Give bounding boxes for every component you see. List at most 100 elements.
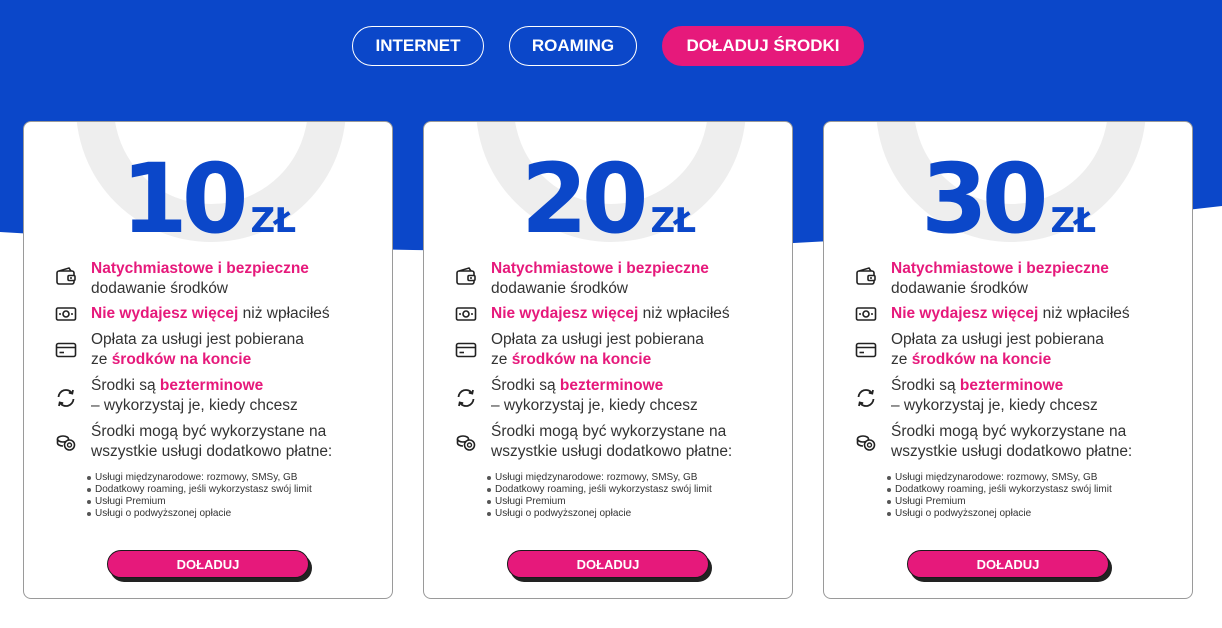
list-item: Usługi o podwyższonej opłacie [486, 508, 712, 520]
feature-line: Środki są [91, 377, 160, 394]
feature-text: Środki są bezterminowe – wykorzystaj je, … [91, 376, 391, 416]
coins-icon [454, 430, 478, 454]
topup-amount: 30 ZŁ [824, 144, 1192, 254]
refresh-icon [454, 386, 478, 410]
currency-label: ZŁ [1050, 201, 1096, 241]
feature-line: – wykorzystaj je, kiedy chcesz [91, 397, 298, 414]
cash-icon [454, 302, 478, 326]
feature-line: niż wpłaciłeś [1038, 305, 1130, 322]
feature-text: Nie wydajesz więcej niż wpłaciłeś [491, 304, 791, 324]
feature-text: Natychmiastowe i bezpieczne dodawanie śro… [491, 259, 791, 299]
feature-highlight: Natychmiastowe i bezpieczne [91, 260, 309, 277]
feature-highlight: bezterminowe [159, 377, 264, 394]
wallet-icon [854, 265, 878, 289]
refresh-icon [54, 386, 78, 410]
feature-line: ze [91, 351, 112, 368]
amount-value: 20 [520, 143, 649, 255]
feature-line: ze [891, 351, 912, 368]
amount-value: 10 [120, 143, 249, 255]
feature-line: Środki są [891, 377, 960, 394]
feature-line: Środki mogą być wykorzystane na [91, 423, 327, 440]
tab-doladuj-srodki[interactable]: DOŁADUJ ŚRODKI [662, 26, 864, 66]
list-item: Dodatkowy roaming, jeśli wykorzystasz sw… [486, 484, 712, 496]
coins-icon [854, 430, 878, 454]
feature-text: Nie wydajesz więcej niż wpłaciłeś [891, 304, 1191, 324]
feature-line: wszystkie usługi dodatkowo płatne: [891, 443, 1133, 460]
feature-line: dodawanie środków [891, 280, 1029, 297]
services-list: Usługi międzynarodowe: rozmowy, SMSy, GB… [886, 472, 1112, 520]
feature-text: Środki mogą być wykorzystane na wszystkie… [491, 422, 791, 462]
topup-button[interactable]: DOŁADUJ [107, 550, 309, 578]
list-item: Usługi międzynarodowe: rozmowy, SMSy, GB [486, 472, 712, 484]
wallet-icon [54, 265, 78, 289]
feature-highlight: środków na koncie [111, 351, 252, 368]
feature-highlight: bezterminowe [559, 377, 664, 394]
feature-text: Środki są bezterminowe – wykorzystaj je, … [491, 376, 791, 416]
coins-icon [54, 430, 78, 454]
feature-highlight: Natychmiastowe i bezpieczne [891, 260, 1109, 277]
list-item: Usługi Premium [486, 496, 712, 508]
feature-text: Opłata za usługi jest pobierana ze środkó… [491, 330, 791, 370]
feature-line: wszystkie usługi dodatkowo płatne: [91, 443, 333, 460]
feature-line: niż wpłaciłeś [238, 305, 330, 322]
feature-line: Opłata za usługi jest pobierana [891, 331, 1104, 348]
card-icon [454, 338, 478, 362]
feature-line: Opłata za usługi jest pobierana [91, 331, 304, 348]
list-item: Usługi międzynarodowe: rozmowy, SMSy, GB [86, 472, 312, 484]
services-list: Usługi międzynarodowe: rozmowy, SMSy, GB… [86, 472, 312, 520]
feature-highlight: Natychmiastowe i bezpieczne [491, 260, 709, 277]
tab-internet[interactable]: INTERNET [352, 26, 484, 66]
feature-text: Środki są bezterminowe – wykorzystaj je, … [891, 376, 1191, 416]
topup-amount: 10 ZŁ [24, 144, 392, 254]
tab-bar: INTERNET ROAMING DOŁADUJ ŚRODKI [0, 26, 1222, 66]
feature-highlight: Nie wydajesz więcej [891, 305, 1039, 322]
feature-line: Środki mogą być wykorzystane na [491, 423, 727, 440]
feature-line: Opłata za usługi jest pobierana [491, 331, 704, 348]
feature-line: – wykorzystaj je, kiedy chcesz [891, 397, 1098, 414]
feature-line: wszystkie usługi dodatkowo płatne: [491, 443, 733, 460]
tab-roaming[interactable]: ROAMING [509, 26, 637, 66]
list-item: Usługi o podwyższonej opłacie [86, 508, 312, 520]
feature-line: Środki są [491, 377, 560, 394]
feature-highlight: Nie wydajesz więcej [491, 305, 639, 322]
feature-text: Opłata za usługi jest pobierana ze środkó… [891, 330, 1191, 370]
topup-card-10: 10 ZŁ Natychmiastowe i bezpieczne dodawani… [23, 121, 393, 599]
feature-text: Środki mogą być wykorzystane na wszystkie… [91, 422, 391, 462]
feature-line: ze [491, 351, 512, 368]
feature-text: Nie wydajesz więcej niż wpłaciłeś [91, 304, 391, 324]
feature-highlight: środków na koncie [511, 351, 652, 368]
feature-highlight: bezterminowe [959, 377, 1064, 394]
feature-line: dodawanie środków [491, 280, 629, 297]
list-item: Dodatkowy roaming, jeśli wykorzystasz sw… [86, 484, 312, 496]
refresh-icon [854, 386, 878, 410]
services-list: Usługi międzynarodowe: rozmowy, SMSy, GB… [486, 472, 712, 520]
list-item: Usługi międzynarodowe: rozmowy, SMSy, GB [886, 472, 1112, 484]
feature-line: niż wpłaciłeś [638, 305, 730, 322]
feature-line: – wykorzystaj je, kiedy chcesz [491, 397, 698, 414]
topup-amount: 20 ZŁ [424, 144, 792, 254]
feature-highlight: środków na koncie [911, 351, 1052, 368]
topup-card-30: 30 ZŁ Natychmiastowe i bezpieczne dodawani… [823, 121, 1193, 599]
cash-icon [854, 302, 878, 326]
amount-value: 30 [920, 143, 1049, 255]
feature-line: Środki mogą być wykorzystane na [891, 423, 1127, 440]
cash-icon [54, 302, 78, 326]
topup-button[interactable]: DOŁADUJ [907, 550, 1109, 578]
feature-highlight: Nie wydajesz więcej [91, 305, 239, 322]
topup-card-20: 20 ZŁ Natychmiastowe i bezpieczne dodawani… [423, 121, 793, 599]
list-item: Usługi Premium [86, 496, 312, 508]
feature-text: Opłata za usługi jest pobierana ze środkó… [91, 330, 391, 370]
topup-button[interactable]: DOŁADUJ [507, 550, 709, 578]
feature-text: Natychmiastowe i bezpieczne dodawanie śro… [891, 259, 1191, 299]
card-icon [54, 338, 78, 362]
currency-label: ZŁ [250, 201, 296, 241]
feature-text: Natychmiastowe i bezpieczne dodawanie śro… [91, 259, 391, 299]
card-icon [854, 338, 878, 362]
list-item: Usługi o podwyższonej opłacie [886, 508, 1112, 520]
list-item: Dodatkowy roaming, jeśli wykorzystasz sw… [886, 484, 1112, 496]
list-item: Usługi Premium [886, 496, 1112, 508]
feature-text: Środki mogą być wykorzystane na wszystkie… [891, 422, 1191, 462]
feature-line: dodawanie środków [91, 280, 229, 297]
currency-label: ZŁ [650, 201, 696, 241]
wallet-icon [454, 265, 478, 289]
